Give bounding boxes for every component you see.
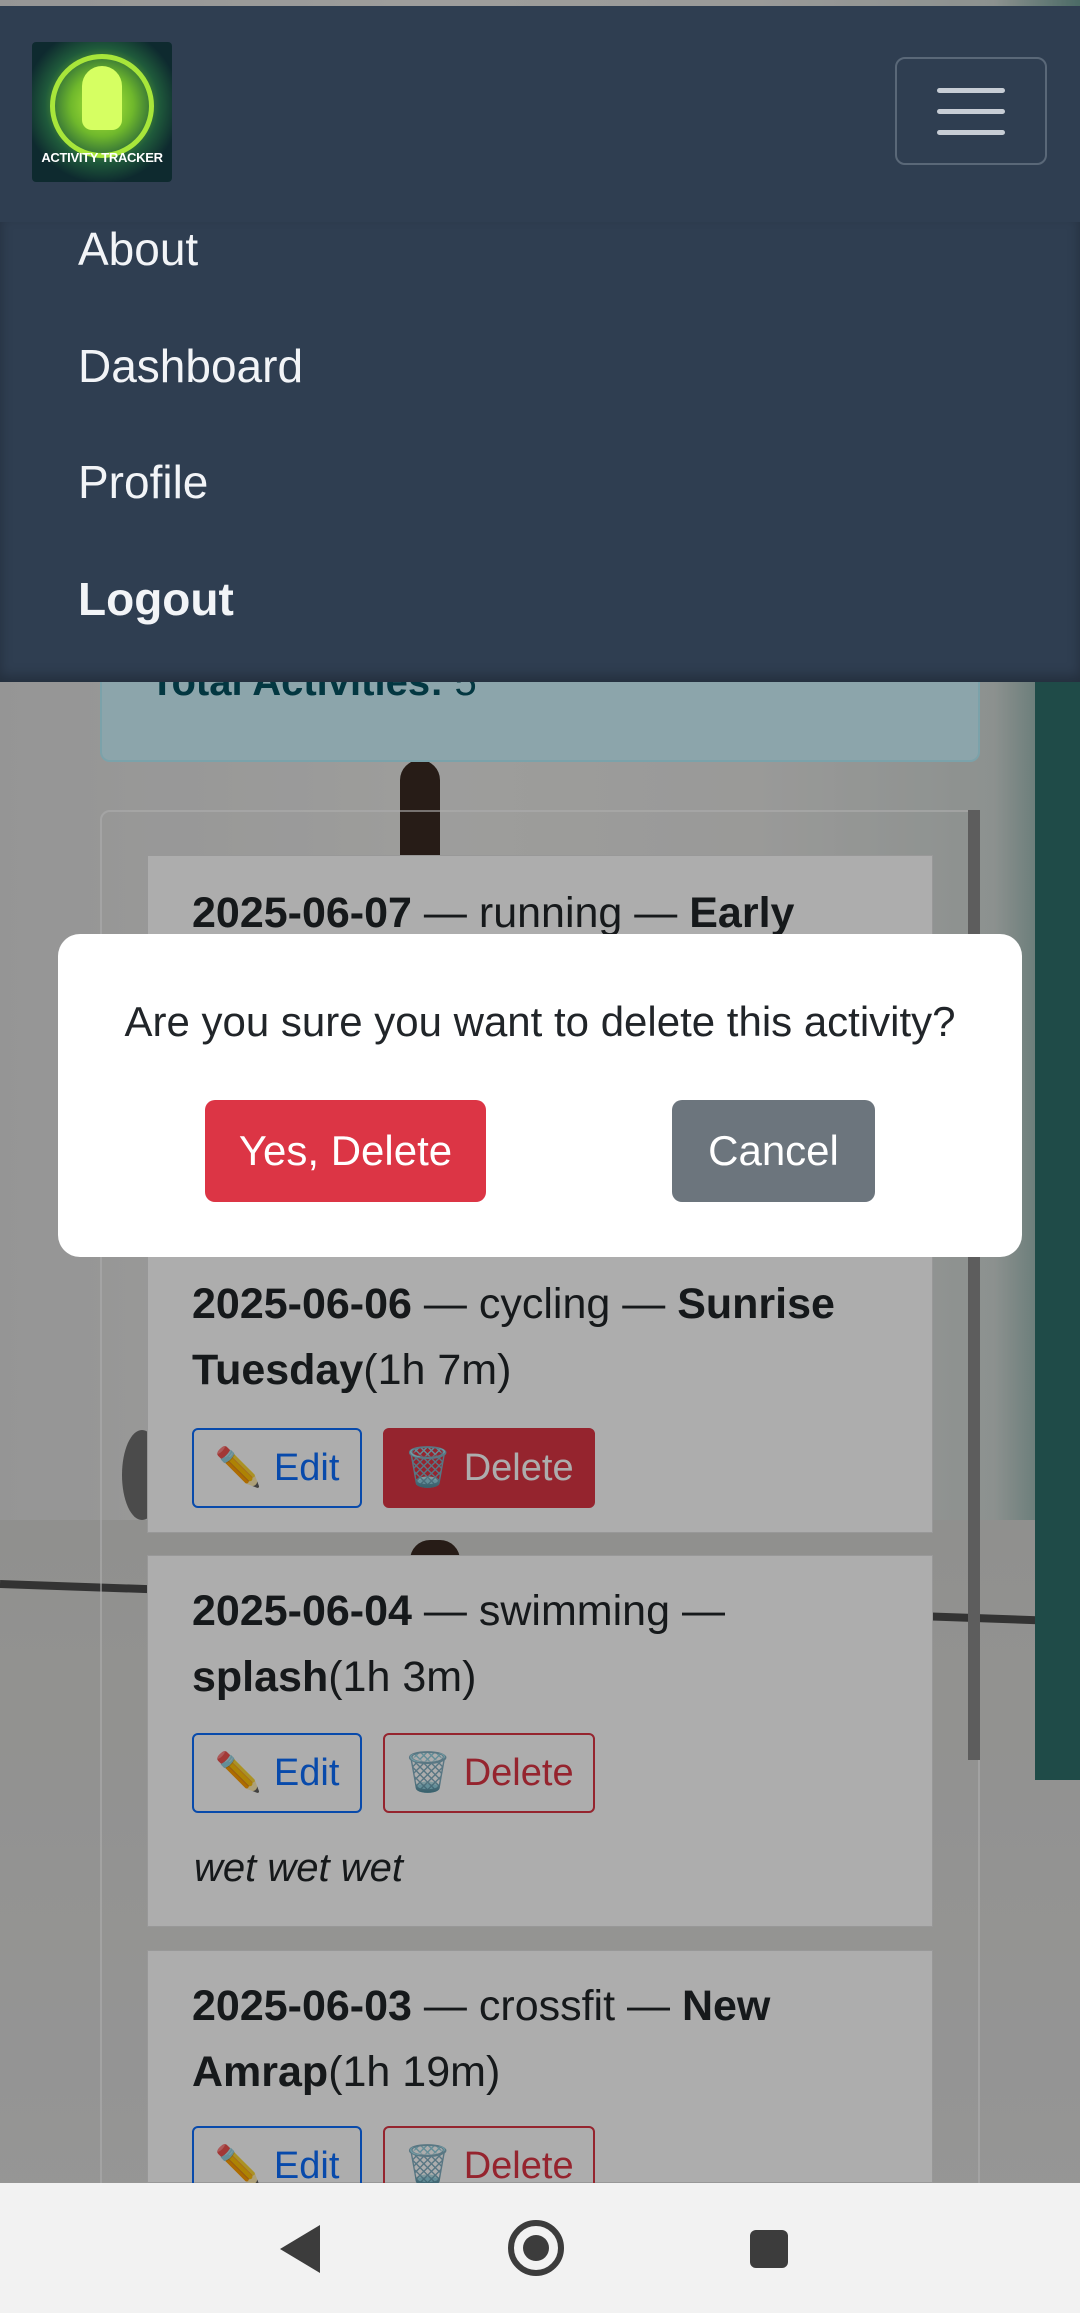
hamburger-icon (937, 108, 1005, 114)
menu-item-about[interactable]: About (78, 222, 198, 276)
menu-item-dashboard[interactable]: Dashboard (78, 339, 303, 393)
hamburger-icon (937, 129, 1005, 135)
system-navigation-bar (0, 2183, 1080, 2313)
nav-menu: About Dashboard Profile Logout (0, 222, 1080, 682)
modal-message: Are you sure you want to delete this act… (124, 998, 956, 1045)
home-icon[interactable] (508, 2220, 564, 2276)
delete-confirm-modal: Are you sure you want to delete this act… (58, 934, 1022, 1257)
top-navbar: ACTIVITY TRACKER (0, 6, 1080, 222)
hamburger-icon (937, 87, 1005, 93)
menu-item-profile[interactable]: Profile (78, 455, 208, 509)
menu-item-logout[interactable]: Logout (78, 572, 234, 626)
confirm-delete-button[interactable]: Yes, Delete (205, 1100, 486, 1202)
logo-figure (82, 66, 122, 130)
cancel-button[interactable]: Cancel (672, 1100, 875, 1202)
recents-icon[interactable] (750, 2230, 788, 2268)
app-logo[interactable]: ACTIVITY TRACKER (32, 42, 172, 182)
menu-toggle-button[interactable] (895, 57, 1047, 165)
logo-text: ACTIVITY TRACKER (41, 150, 163, 165)
back-icon[interactable] (280, 2225, 320, 2273)
home-icon-dot (523, 2235, 549, 2261)
